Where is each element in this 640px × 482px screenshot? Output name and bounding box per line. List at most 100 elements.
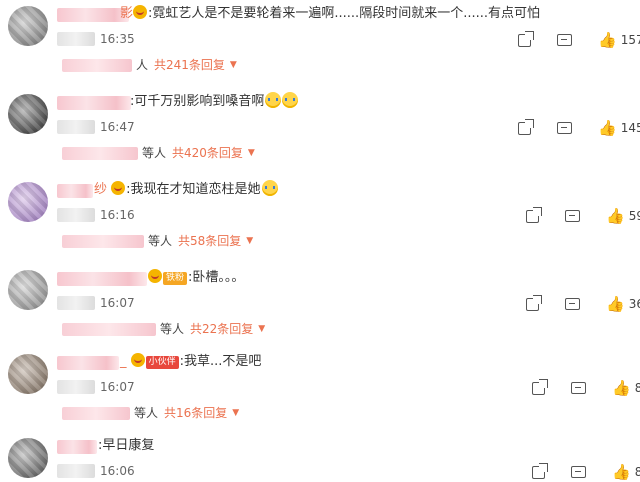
reply-total-link[interactable]: 共16条回复 <box>164 404 227 422</box>
reply-users-blurred <box>62 234 144 248</box>
comment-text: :可千万别影响到嗓音啊 <box>130 94 265 109</box>
caret-down-icon[interactable]: ▼ <box>232 404 239 422</box>
comment-time: 16:16 <box>100 208 135 222</box>
comment-text-line: :可千万别影响到嗓音啊 <box>130 92 299 112</box>
comment-actions: 👍 1452 <box>518 118 640 138</box>
share-icon[interactable] <box>526 206 542 223</box>
thumbs-up-icon[interactable]: 👍 <box>606 208 625 224</box>
reply-etc: 等人 <box>142 146 167 160</box>
username-blurred[interactable] <box>57 440 97 454</box>
comment-icon[interactable] <box>557 34 572 46</box>
comment-text: :我草...不是吧 <box>179 354 262 369</box>
username-blurred[interactable] <box>57 272 147 286</box>
share-icon[interactable] <box>532 378 548 395</box>
comment-item: :早日康复 16:06 👍 84 <box>0 432 640 480</box>
reply-total-link[interactable]: 共420条回复 <box>172 144 243 162</box>
reply-etc: 等人 <box>134 406 159 420</box>
comment-text: :霓虹艺人是不是要轮着来一遍啊......隔段时间就来一个......有点可怕 <box>148 6 540 21</box>
comment-item: 影 :霓虹艺人是不是要轮着来一遍啊......隔段时间就来一个......有点可怕… <box>0 0 640 86</box>
thumbs-up-icon[interactable]: 👍 <box>606 296 625 312</box>
fan-tag-badge: 铁粉 <box>163 272 188 285</box>
emoji-badge-icon <box>111 181 126 195</box>
avatar[interactable] <box>8 182 48 222</box>
reply-summary[interactable]: 等人 共16条回复 ▼ <box>62 404 239 422</box>
comment-time: 16:07 <box>100 380 135 394</box>
comment-text-line: _ 小伙伴:我草...不是吧 <box>120 352 261 372</box>
emoji-badge-icon <box>130 353 145 367</box>
comment-icon[interactable] <box>565 298 580 310</box>
username-blurred[interactable] <box>57 8 129 22</box>
source-blurred <box>57 380 95 394</box>
avatar[interactable] <box>8 438 48 478</box>
username-suffix[interactable]: _ <box>120 354 127 369</box>
like-count: 1452 <box>620 121 640 135</box>
caret-down-icon[interactable]: ▼ <box>246 232 253 250</box>
comment-text-line: 铁粉:卧槽。。。 <box>148 268 244 288</box>
emoji-badge-icon <box>148 269 162 283</box>
avatar[interactable] <box>8 270 48 310</box>
username-blurred[interactable] <box>57 184 93 198</box>
comment-actions: 👍 1577 <box>518 30 640 50</box>
username-suffix[interactable]: 影 <box>120 6 133 21</box>
avatar[interactable] <box>8 6 48 46</box>
comment-time: 16:35 <box>100 32 135 46</box>
comment-text-line: :早日康复 <box>98 436 154 456</box>
reply-summary[interactable]: 人 共241条回复 ▼ <box>62 56 237 74</box>
username-blurred[interactable] <box>57 96 131 110</box>
share-icon[interactable] <box>518 30 534 47</box>
comment-icon[interactable] <box>571 382 586 394</box>
reply-total-link[interactable]: 共241条回复 <box>154 56 225 74</box>
source-blurred <box>57 208 95 222</box>
reply-summary[interactable]: 等人 共22条回复 ▼ <box>62 320 265 338</box>
comment-actions: 👍 597 <box>526 206 640 226</box>
comment-icon[interactable] <box>571 466 586 478</box>
emoji-badge-icon <box>133 5 148 19</box>
thumbs-up-icon[interactable]: 👍 <box>598 32 617 48</box>
caret-down-icon[interactable]: ▼ <box>258 320 265 338</box>
source-blurred <box>57 32 95 46</box>
avatar[interactable] <box>8 94 48 134</box>
comment-actions: 👍 366 <box>526 294 640 314</box>
reply-summary[interactable]: 等人 共420条回复 ▼ <box>62 144 255 162</box>
like-count: 366 <box>628 297 640 311</box>
reply-summary[interactable]: 等人 共58条回复 ▼ <box>62 232 253 250</box>
share-icon[interactable] <box>532 462 548 479</box>
reply-users-blurred <box>62 146 138 160</box>
comment-time: 16:07 <box>100 296 135 310</box>
reply-total-link[interactable]: 共22条回复 <box>190 320 253 338</box>
like-count: 1577 <box>620 33 640 47</box>
comment-time: 16:47 <box>100 120 135 134</box>
like-count: 597 <box>628 209 640 223</box>
username-suffix[interactable]: 纱 <box>94 182 107 197</box>
thumbs-up-icon[interactable]: 👍 <box>612 380 631 396</box>
caret-down-icon[interactable]: ▼ <box>230 56 237 74</box>
reply-etc: 人 <box>136 58 149 72</box>
thumbs-up-icon[interactable]: 👍 <box>598 120 617 136</box>
crying-face-icon <box>282 92 299 108</box>
avatar[interactable] <box>8 354 48 394</box>
comment-text: :我现在才知道恋柱是她 <box>126 182 261 197</box>
fan-tag-badge: 小伙伴 <box>145 356 179 369</box>
reply-etc: 等人 <box>148 234 173 248</box>
caret-down-icon[interactable]: ▼ <box>248 144 255 162</box>
comment-icon[interactable] <box>565 210 580 222</box>
username-blurred[interactable] <box>57 356 119 370</box>
thumbs-up-icon[interactable]: 👍 <box>612 464 631 480</box>
comment-icon[interactable] <box>557 122 572 134</box>
source-blurred <box>57 296 95 310</box>
comment-item: 纱 :我现在才知道恋柱是她 16:16 👍 597 等人 共58条回复 ▼ <box>0 176 640 262</box>
comment-actions: 👍 89 <box>532 378 640 398</box>
source-blurred <box>57 464 95 478</box>
comment-item: :可千万别影响到嗓音啊 16:47 👍 1452 等人 共420条回复 ▼ <box>0 88 640 174</box>
reply-total-link[interactable]: 共58条回复 <box>178 232 241 250</box>
comment-text-line: 纱 :我现在才知道恋柱是她 <box>94 180 278 200</box>
comment-actions: 👍 84 <box>532 462 640 482</box>
reply-users-blurred <box>62 58 132 72</box>
source-blurred <box>57 120 95 134</box>
comment-item: 铁粉:卧槽。。。 16:07 👍 366 等人 共22条回复 ▼ <box>0 264 640 350</box>
share-icon[interactable] <box>518 118 534 135</box>
share-icon[interactable] <box>526 294 542 311</box>
like-count: 89 <box>634 381 640 395</box>
reply-etc: 等人 <box>160 322 185 336</box>
reply-users-blurred <box>62 322 156 336</box>
